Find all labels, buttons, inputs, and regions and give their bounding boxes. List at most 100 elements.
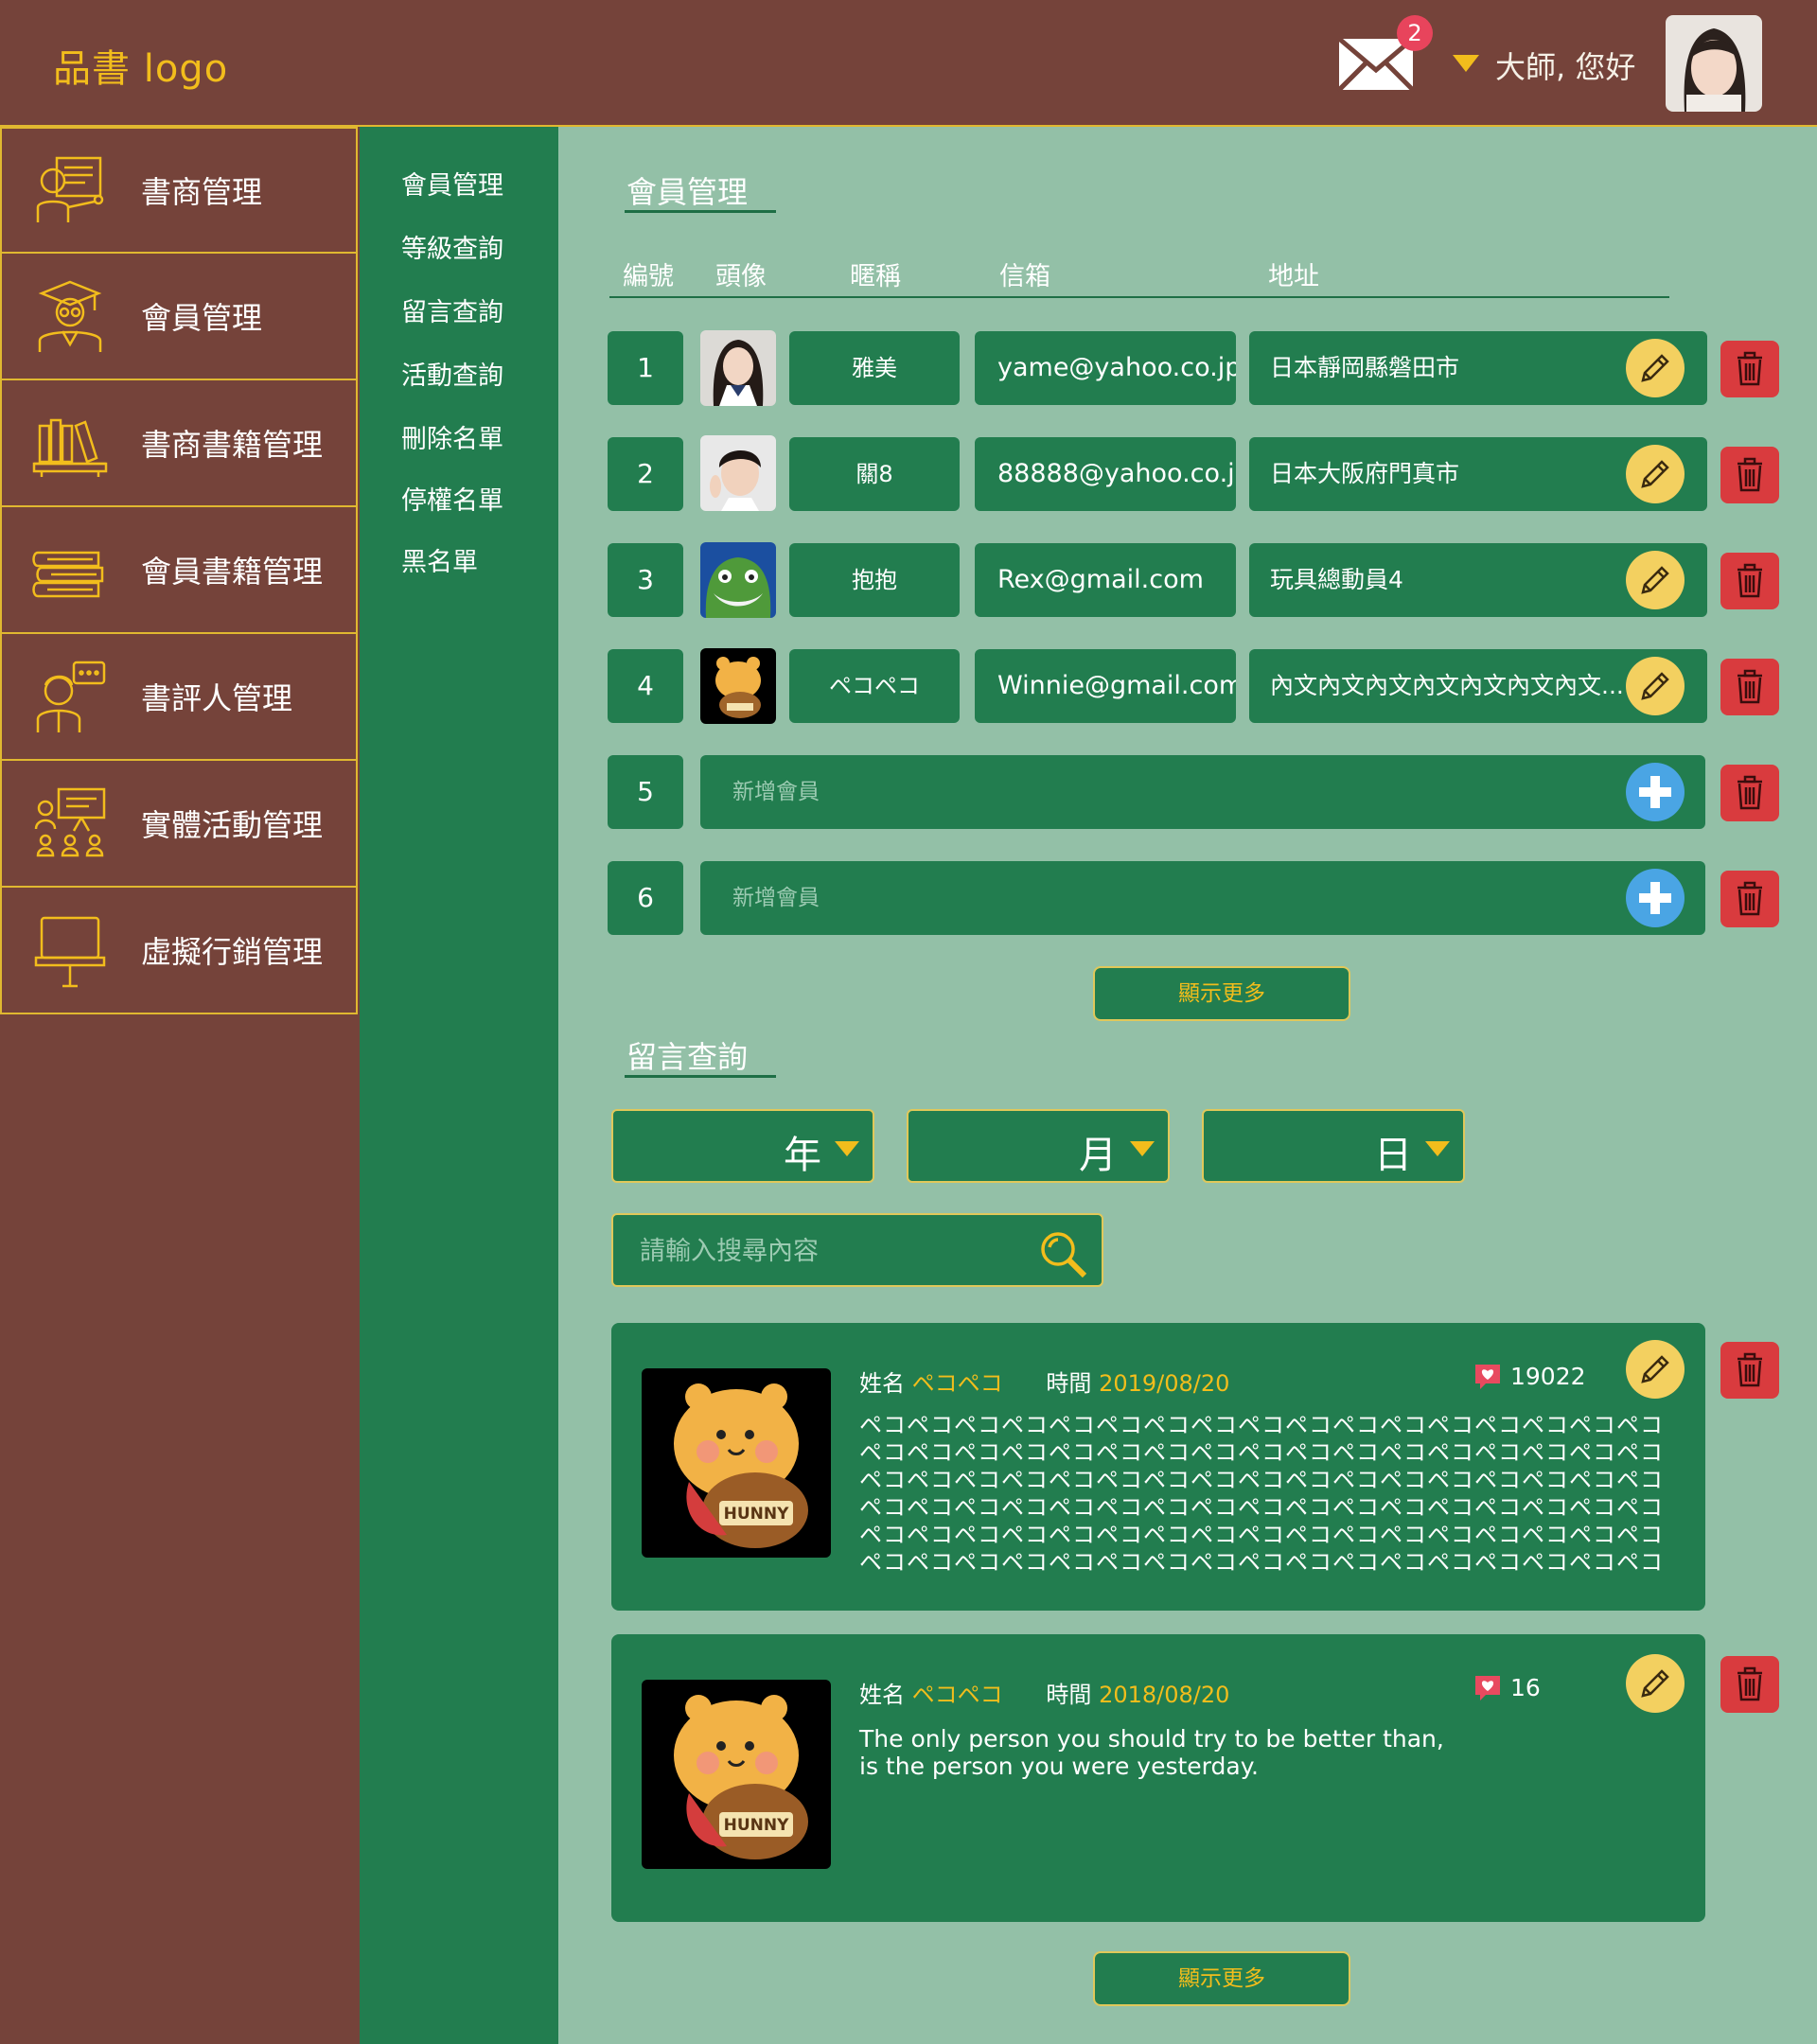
comment-card: HUNNY 姓名 ペコペコ 時間 2019/08/20 19022 ペコペコペコ… <box>611 1323 1705 1611</box>
month-select[interactable]: 月 <box>907 1109 1170 1183</box>
member-id: 1 <box>608 331 683 405</box>
comment-likes: 16 <box>1473 1672 1541 1702</box>
delete-button[interactable] <box>1720 447 1779 503</box>
delete-button[interactable] <box>1720 553 1779 609</box>
subnav-item-event-query[interactable]: 活動查詢 <box>401 355 503 392</box>
user-greeting[interactable]: 大師, 您好 <box>1495 44 1635 87</box>
trash-icon <box>1738 1666 1762 1701</box>
comment-author[interactable]: ペコペコ <box>912 1682 1003 1708</box>
subnav-item-blacklist[interactable]: 黑名單 <box>401 541 478 578</box>
comment-text-line: The only person you should try to be bet… <box>859 1725 1444 1753</box>
comment-avatar[interactable]: HUNNY <box>642 1680 831 1869</box>
add-button[interactable] <box>1626 869 1685 927</box>
delete-button[interactable] <box>1720 659 1779 715</box>
pencil-icon <box>1641 460 1669 488</box>
members-show-more-button[interactable]: 顯示更多 <box>1093 966 1350 1021</box>
like-count: 19022 <box>1510 1362 1586 1390</box>
edit-button[interactable] <box>1626 551 1685 609</box>
comment-likes: 19022 <box>1473 1361 1586 1391</box>
reviewer-chat-icon <box>36 661 106 732</box>
member-avatar[interactable] <box>700 648 776 724</box>
member-nickname: 關8 <box>789 437 960 511</box>
account-dropdown-icon[interactable] <box>1453 55 1479 72</box>
sidebar-item-virtual-marketing[interactable]: 虛擬行銷管理 <box>0 888 358 1014</box>
main-sidebar: 書商管理 會員管理 書商書籍管理 會員書籍管理 書評人管理 實體活動管理 虛擬行… <box>0 127 360 2044</box>
sidebar-item-reviewers[interactable]: 書評人管理 <box>0 634 358 761</box>
member-nickname: 雅美 <box>789 331 960 405</box>
member-avatar[interactable] <box>700 542 776 618</box>
user-avatar[interactable] <box>1666 15 1762 112</box>
comments-show-more-button[interactable]: 顯示更多 <box>1093 1951 1350 2006</box>
header-divider <box>609 296 1669 298</box>
edit-button[interactable] <box>1626 1340 1685 1399</box>
pencil-icon <box>1641 1355 1669 1383</box>
like-count: 16 <box>1510 1673 1541 1701</box>
comment-search-box <box>611 1213 1103 1287</box>
member-address-text: 玩具總動員4 <box>1270 566 1403 593</box>
plus-icon <box>1639 776 1671 808</box>
add-member-field[interactable]: 新增會員 <box>700 861 1705 935</box>
member-section-title: 會員管理 <box>626 174 749 210</box>
col-header-address: 地址 <box>1268 262 1319 291</box>
search-icon[interactable] <box>1037 1228 1088 1279</box>
comment-section-underline <box>625 1075 776 1078</box>
top-header: 品書 logo 2 大師, 您好 <box>0 0 1817 127</box>
edit-button[interactable] <box>1626 657 1685 715</box>
comment-avatar[interactable]: HUNNY <box>642 1368 831 1558</box>
member-avatar[interactable] <box>700 330 776 406</box>
member-id: 6 <box>608 861 683 935</box>
comment-author[interactable]: ペコペコ <box>912 1370 1003 1397</box>
day-select[interactable]: 日 <box>1202 1109 1465 1183</box>
delete-button[interactable] <box>1720 341 1779 397</box>
sidebar-item-member-books[interactable]: 會員書籍管理 <box>0 507 358 634</box>
subnav-item-member-management[interactable]: 會員管理 <box>401 165 503 202</box>
member-email: yame@yahoo.co.jp <box>975 331 1236 405</box>
time-label: 時間 <box>1046 1682 1092 1708</box>
edit-button[interactable] <box>1626 1654 1685 1713</box>
heart-chat-icon <box>1475 1676 1500 1700</box>
edit-button[interactable] <box>1626 445 1685 503</box>
member-email: Winnie@gmail.com <box>975 649 1236 723</box>
pencil-icon <box>1641 1669 1669 1698</box>
member-id: 2 <box>608 437 683 511</box>
delete-button[interactable] <box>1720 765 1779 821</box>
app-logo[interactable]: 品書 logo <box>53 38 228 93</box>
sidebar-item-bookseller[interactable]: 書商管理 <box>0 127 358 254</box>
year-select-value: 年 <box>784 1134 821 1177</box>
member-address-text: 日本大阪府門真市 <box>1270 460 1460 487</box>
subnav-item-comment-query[interactable]: 留言查詢 <box>401 291 503 328</box>
sub-navigation: 會員管理 等級查詢 留言查詢 活動查詢 刪除名單 停權名單 黑名單 <box>360 127 558 2044</box>
member-address-text: 日本靜岡縣磐田市 <box>1270 354 1460 381</box>
name-label: 姓名 <box>859 1370 905 1397</box>
sidebar-item-label: 會員管理 <box>141 300 263 336</box>
sidebar-item-label: 實體活動管理 <box>141 807 324 843</box>
svg-text:HUNNY: HUNNY <box>724 1816 789 1835</box>
sidebar-item-events[interactable]: 實體活動管理 <box>0 761 358 888</box>
subnav-item-suspended-list[interactable]: 停權名單 <box>401 480 503 517</box>
delete-button[interactable] <box>1720 1656 1779 1713</box>
subnav-item-level-query[interactable]: 等級查詢 <box>401 228 503 265</box>
delete-button[interactable] <box>1720 871 1779 927</box>
year-select[interactable]: 年 <box>611 1109 874 1183</box>
delete-button[interactable] <box>1720 1342 1779 1399</box>
trash-icon <box>1738 669 1762 704</box>
svg-text:HUNNY: HUNNY <box>724 1505 789 1524</box>
sidebar-item-label: 書商管理 <box>141 174 263 210</box>
sidebar-item-bookseller-books[interactable]: 書商書籍管理 <box>0 380 358 507</box>
add-button[interactable] <box>1626 763 1685 821</box>
unread-badge: 2 <box>1397 15 1433 51</box>
subnav-item-deleted-list[interactable]: 刪除名單 <box>401 418 503 455</box>
member-avatar[interactable] <box>700 435 776 511</box>
add-member-field[interactable]: 新增會員 <box>700 755 1705 829</box>
member-id: 3 <box>608 543 683 617</box>
edit-button[interactable] <box>1626 339 1685 397</box>
member-nickname: ペコペコ <box>789 649 960 723</box>
comment-text: The only person you should try to be bet… <box>859 1725 1673 1780</box>
sidebar-item-label: 虛擬行銷管理 <box>141 934 324 970</box>
search-input[interactable] <box>638 1228 1001 1274</box>
trash-icon <box>1738 881 1762 916</box>
sidebar-item-label: 書商書籍管理 <box>141 427 324 463</box>
chevron-down-icon <box>1130 1141 1155 1156</box>
sidebar-item-members[interactable]: 會員管理 <box>0 254 358 380</box>
graduate-icon <box>38 280 102 352</box>
